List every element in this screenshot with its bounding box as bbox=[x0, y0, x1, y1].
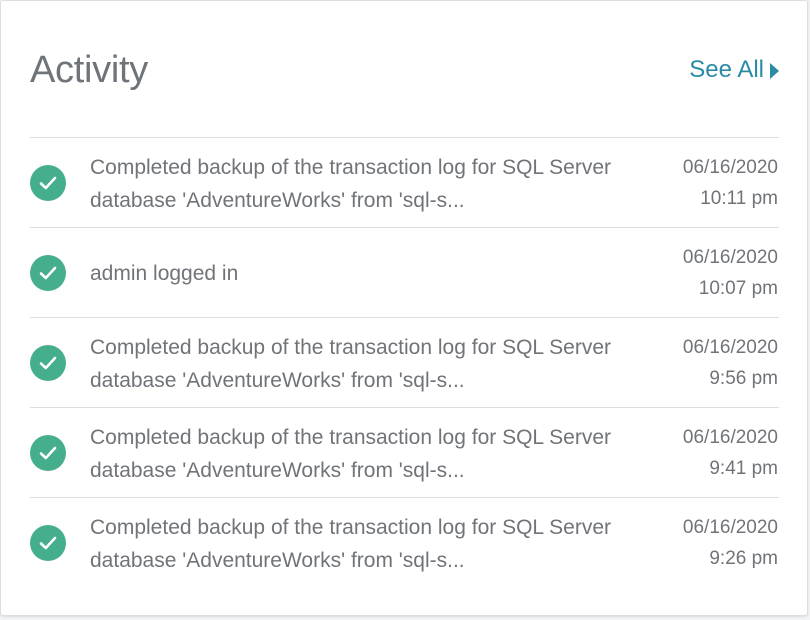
activity-message-line1: Completed backup of the transaction log … bbox=[90, 156, 612, 179]
activity-date: 06/16/2020 bbox=[682, 247, 778, 268]
activity-timestamp: 06/16/2020 9:41 pm bbox=[683, 422, 778, 484]
activity-time: 10:11 pm bbox=[700, 188, 778, 209]
activity-message-line1: Completed backup of the transaction log … bbox=[90, 516, 612, 539]
activity-item[interactable]: admin logged in 06/16/2020 10:07 pm bbox=[30, 227, 779, 317]
activity-date: 06/16/2020 bbox=[682, 157, 778, 178]
activity-time: 10:07 pm bbox=[698, 278, 778, 299]
activity-message: Completed backup of the transaction log … bbox=[90, 151, 650, 217]
activity-message: Completed backup of the transaction log … bbox=[90, 511, 650, 577]
activity-message-line1: Completed backup of the transaction log … bbox=[90, 426, 612, 449]
activity-item[interactable]: Completed backup of the transaction log … bbox=[30, 407, 779, 497]
check-circle-icon bbox=[30, 525, 66, 561]
activity-message-line1: Completed backup of the transaction log … bbox=[90, 336, 612, 359]
check-circle-icon bbox=[30, 435, 66, 471]
activity-timestamp: 06/16/2020 9:56 pm bbox=[683, 332, 778, 394]
activity-item[interactable]: Completed backup of the transaction log … bbox=[30, 317, 779, 407]
activity-time: 9:56 pm bbox=[709, 368, 778, 389]
activity-date: 06/16/2020 bbox=[682, 517, 778, 538]
activity-item[interactable]: Completed backup of the transaction log … bbox=[30, 137, 779, 227]
check-circle-icon bbox=[30, 165, 66, 201]
activity-list: Completed backup of the transaction log … bbox=[30, 137, 779, 587]
check-circle-icon bbox=[30, 345, 66, 381]
see-all-label: See All bbox=[689, 56, 764, 83]
activity-message-line2: database 'AdventureWorks' from 'sql-s... bbox=[90, 369, 465, 392]
activity-date: 06/16/2020 bbox=[682, 427, 778, 448]
activity-timestamp: 06/16/2020 9:26 pm bbox=[683, 512, 778, 574]
check-circle-icon bbox=[30, 255, 66, 291]
activity-message-line2: database 'AdventureWorks' from 'sql-s... bbox=[90, 549, 465, 572]
activity-date: 06/16/2020 bbox=[682, 337, 778, 358]
card-title: Activity bbox=[30, 49, 148, 91]
activity-card: Activity See All Completed backup of the… bbox=[0, 0, 808, 616]
activity-message: Completed backup of the transaction log … bbox=[90, 331, 650, 397]
activity-message-line2: database 'AdventureWorks' from 'sql-s... bbox=[90, 189, 465, 212]
activity-time: 9:41 pm bbox=[709, 458, 778, 479]
activity-message-line2: database 'AdventureWorks' from 'sql-s... bbox=[90, 459, 465, 482]
card-header: Activity See All bbox=[30, 1, 779, 137]
activity-message-line1: admin logged in bbox=[90, 262, 239, 285]
activity-timestamp: 06/16/2020 10:11 pm bbox=[683, 152, 778, 214]
activity-timestamp: 06/16/2020 10:07 pm bbox=[683, 242, 778, 304]
activity-message: admin logged in bbox=[90, 257, 650, 290]
activity-time: 9:26 pm bbox=[709, 548, 778, 569]
activity-message: Completed backup of the transaction log … bbox=[90, 421, 650, 487]
see-all-link[interactable]: See All bbox=[689, 55, 779, 85]
caret-right-icon bbox=[770, 62, 779, 79]
activity-item[interactable]: Completed backup of the transaction log … bbox=[30, 497, 779, 587]
